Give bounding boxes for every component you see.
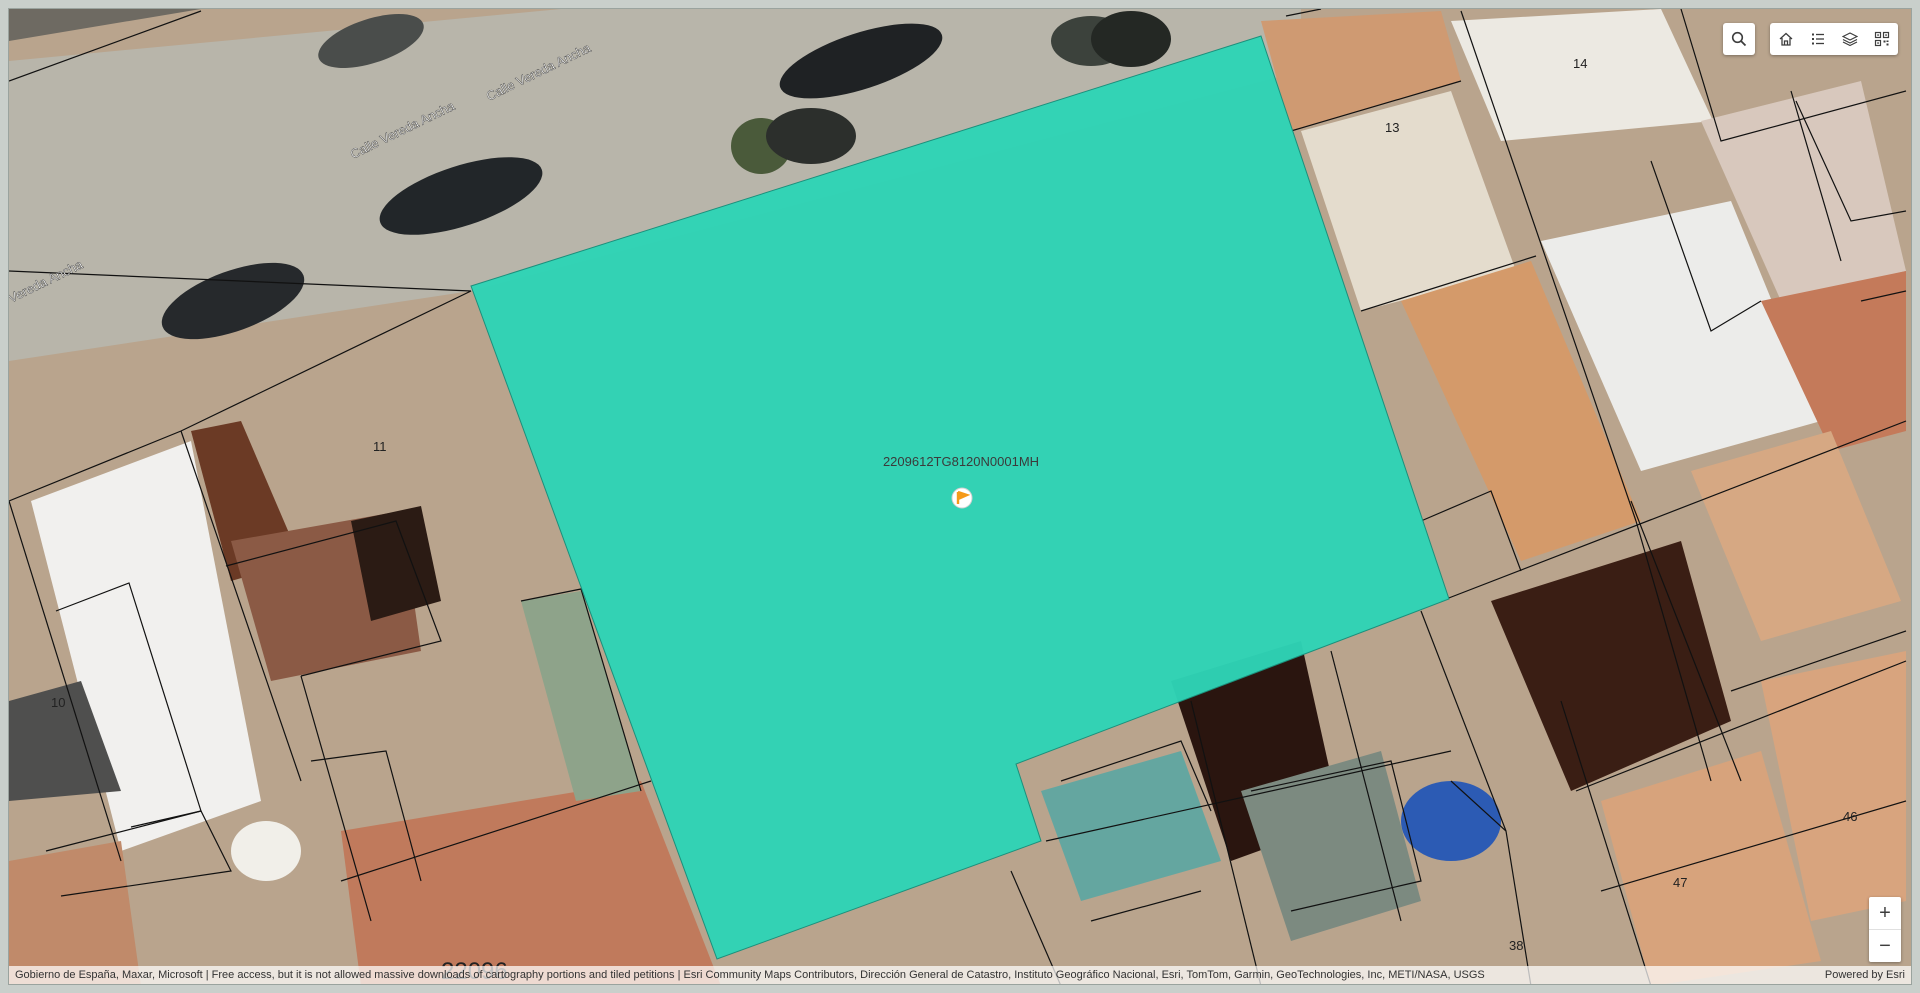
zoom-control: + − xyxy=(1869,897,1901,962)
roof xyxy=(9,841,141,984)
shadow xyxy=(766,108,856,164)
layers-icon xyxy=(1842,32,1858,47)
location-marker[interactable] xyxy=(951,487,973,509)
attribution-text[interactable]: Gobierno de España, Maxar, Microsoft | F… xyxy=(15,969,1485,981)
zoom-out-button[interactable]: − xyxy=(1869,929,1901,962)
lot-number: 10 xyxy=(51,695,65,710)
qr-code-button[interactable] xyxy=(1866,23,1898,55)
attribution-bar: Gobierno de España, Maxar, Microsoft | F… xyxy=(9,966,1911,984)
lot-number: 46 xyxy=(1843,809,1857,824)
powered-by-esri[interactable]: Powered by Esri xyxy=(1825,969,1905,981)
map-view[interactable]: Calle Vereda Ancha Calle Vereda Ancha Ve… xyxy=(8,8,1912,985)
legend-button[interactable] xyxy=(1802,23,1834,55)
tank xyxy=(231,821,301,881)
search-toolbar xyxy=(1723,23,1755,55)
legend-list-icon xyxy=(1812,33,1824,45)
search-button[interactable] xyxy=(1723,23,1755,55)
layers-button[interactable] xyxy=(1834,23,1866,55)
parcel-id-label: 2209612TG8120N0001MH xyxy=(883,454,1039,469)
qr-code-icon xyxy=(1874,31,1890,47)
lot-number: 14 xyxy=(1573,56,1587,71)
search-icon xyxy=(1731,31,1747,47)
home-icon xyxy=(1779,32,1793,46)
zoom-in-button[interactable]: + xyxy=(1869,897,1901,929)
home-button[interactable] xyxy=(1770,23,1802,55)
tree xyxy=(1091,11,1171,67)
pool xyxy=(1401,781,1501,861)
lot-number: 47 xyxy=(1673,875,1687,890)
lot-number: 13 xyxy=(1385,120,1399,135)
lot-number: 11 xyxy=(373,439,387,454)
lot-number: 38 xyxy=(1509,938,1523,953)
map-toolbar xyxy=(1770,23,1898,55)
map-canvas[interactable]: Calle Vereda Ancha Calle Vereda Ancha Ve… xyxy=(9,9,1912,985)
